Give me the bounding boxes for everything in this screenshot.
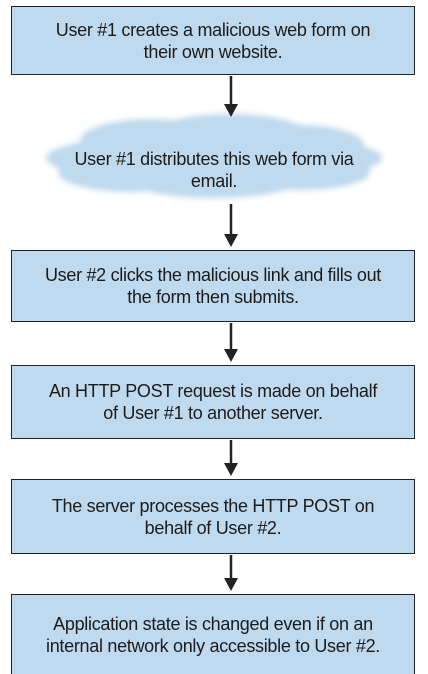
step-2-label: User #1 distributes this web form via em… <box>74 149 354 191</box>
step-6-box: Application state is changed even if on … <box>11 594 415 674</box>
step-6-label: Application state is changed even if on … <box>46 613 380 656</box>
arrow-4 <box>224 440 238 476</box>
step-1-box: User #1 creates a malicious web form on … <box>11 6 415 75</box>
step-3-box: User #2 clicks the malicious link and fi… <box>11 250 415 322</box>
step-4-label: An HTTP POST request is made on behalf o… <box>48 381 378 423</box>
step-5-box: The server processes the HTTP POST on be… <box>11 479 415 554</box>
step-4-box: An HTTP POST request is made on behalf o… <box>11 365 415 439</box>
step-3-label: User #2 clicks the malicious link and fi… <box>44 265 382 307</box>
step-1-label: User #1 creates a malicious web form on … <box>55 19 371 62</box>
arrow-5 <box>224 555 238 591</box>
flow-arrows <box>46 76 382 591</box>
arrow-3 <box>224 323 238 362</box>
arrow-2 <box>224 204 238 247</box>
arrow-1 <box>224 76 238 117</box>
step-5-label: The server processes the HTTP POST on be… <box>51 495 375 538</box>
